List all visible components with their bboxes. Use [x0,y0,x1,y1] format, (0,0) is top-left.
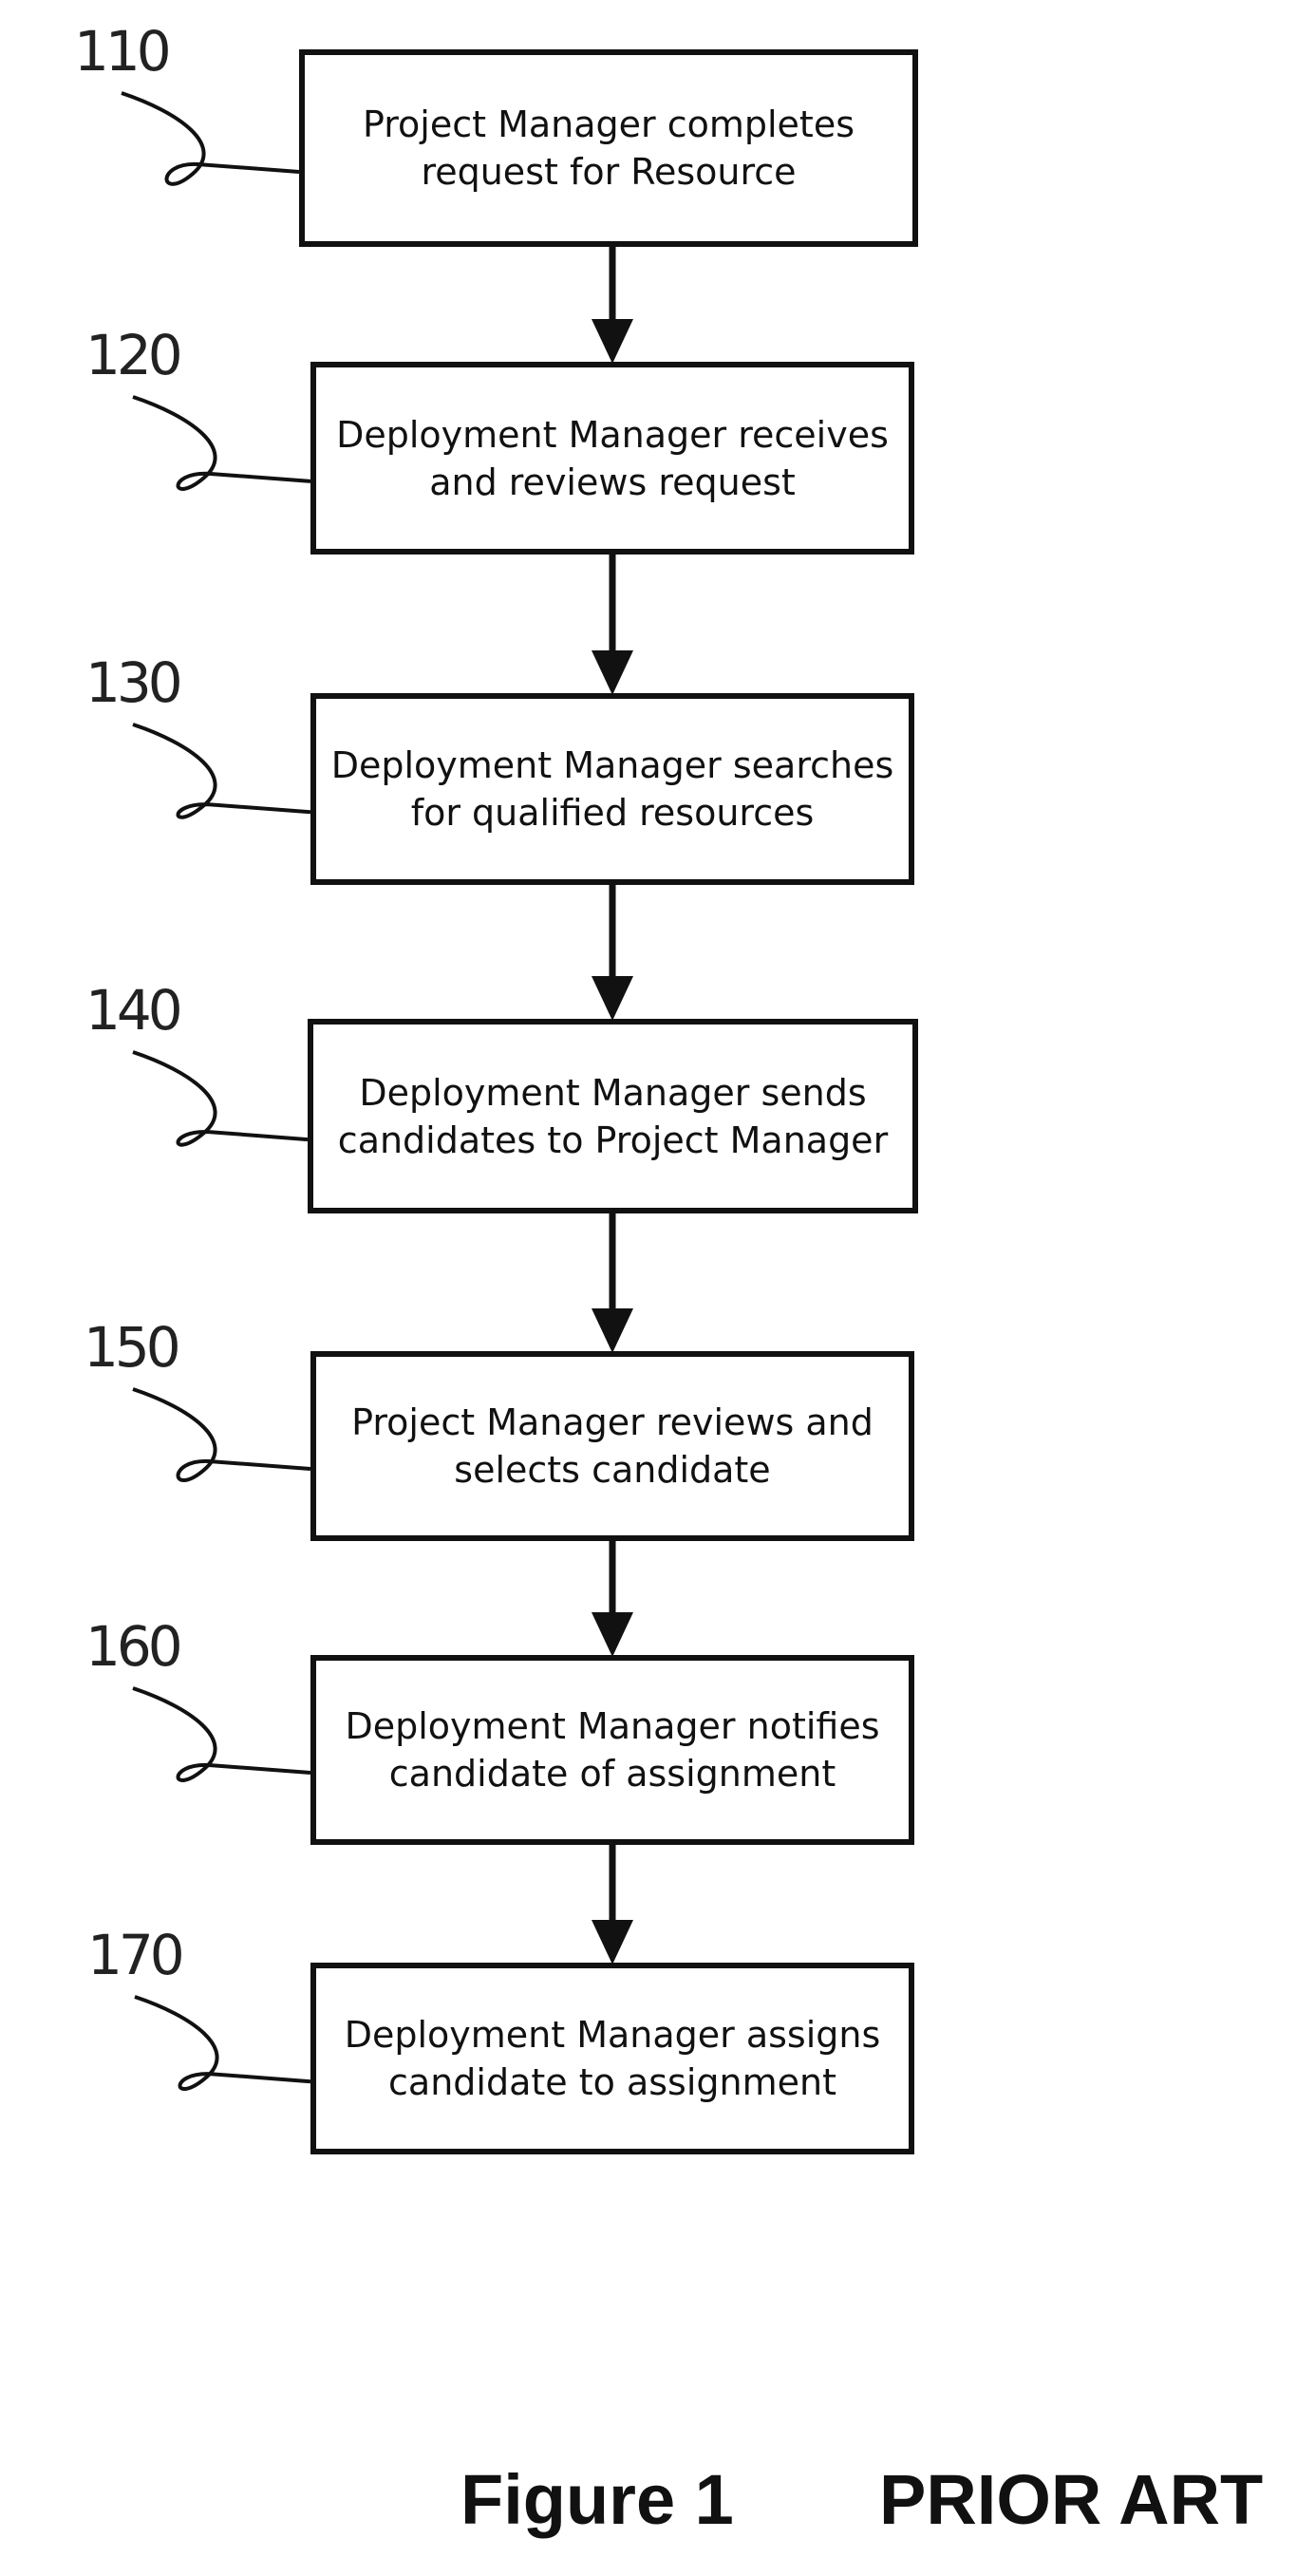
flow-arrow-head [592,976,633,1021]
step-box-160: Deployment Manager notifies candidate of… [310,1655,914,1845]
step-text: Deployment Manager sends candidates to P… [337,1071,889,1161]
step-text: Deployment Manager searches for qualifie… [330,744,894,834]
step-box-120: Deployment Manager receives and reviews … [310,362,914,555]
step-text: Deployment Manager notifies candidate of… [345,1705,880,1795]
reference-leader-line [121,91,300,186]
step-text: Project Manager completes request for Re… [362,103,855,193]
step-text: Project Manager reviews and selects cand… [351,1401,874,1491]
step-box-110: Project Manager completes request for Re… [299,49,918,247]
ref-number-110: 110 [74,19,172,84]
ref-number-140: 140 [85,978,183,1043]
ref-number-160: 160 [85,1614,183,1679]
prior-art-label: PRIOR ART [879,2460,1264,2539]
step-text: Deployment Manager assigns candidate to … [344,2014,881,2103]
reference-leader-line [134,1995,311,2091]
flow-arrow-head [592,319,633,364]
figure-title: Figure 1 [460,2460,734,2539]
reference-leader-line [132,395,311,491]
reference-leader-line [132,1686,311,1782]
ref-number-130: 130 [85,650,183,715]
ref-number-120: 120 [85,323,183,387]
flow-arrow-head [592,1308,633,1353]
step-box-140: Deployment Manager sends candidates to P… [308,1019,918,1213]
step-text: Deployment Manager receives and reviews … [336,413,889,503]
ref-number-150: 150 [84,1315,181,1380]
flow-arrow-head [592,650,633,695]
reference-leader-line [132,1387,311,1482]
step-box-150: Project Manager reviews and selects cand… [310,1351,914,1541]
reference-leader-line [132,723,311,819]
step-box-170: Deployment Manager assigns candidate to … [310,1963,914,2154]
step-box-130: Deployment Manager searches for qualifie… [310,693,914,885]
ref-number-170: 170 [87,1923,185,1987]
flow-arrow-head [592,1612,633,1657]
reference-leader-line [132,1050,309,1147]
flow-arrow-head [592,1920,633,1965]
